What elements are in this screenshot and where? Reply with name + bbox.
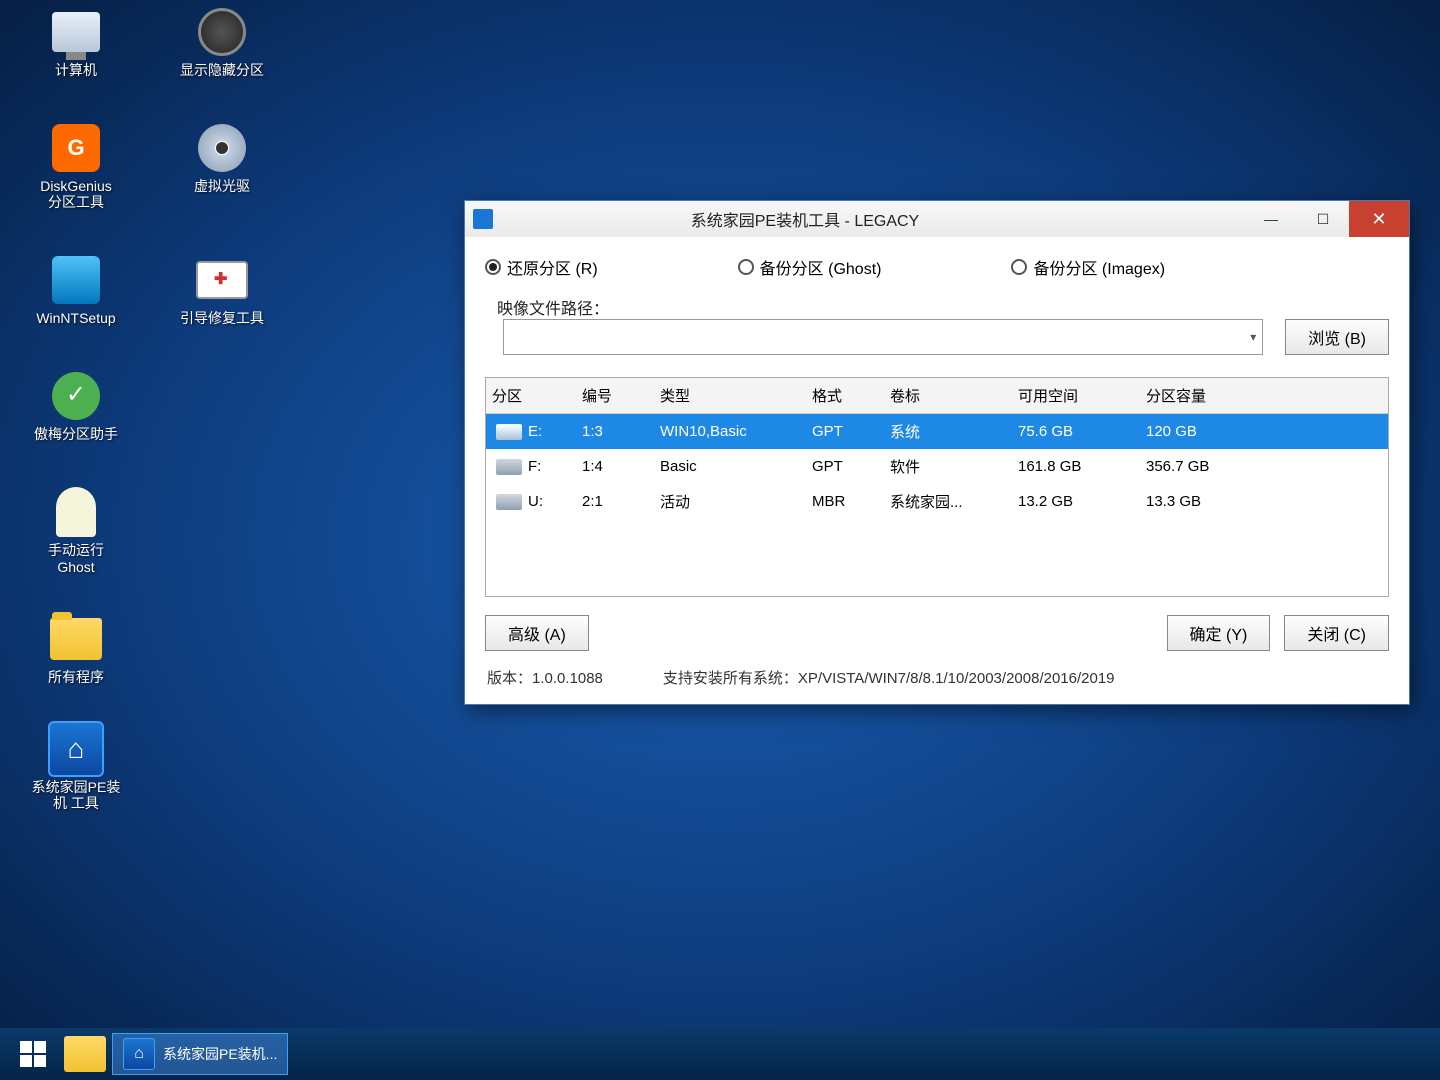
gear-icon [198,8,246,56]
close-button[interactable]: ✕ [1349,201,1409,237]
taskbar-explorer-icon[interactable] [64,1036,106,1072]
desktop-icon-label: 所有程序 [48,669,104,685]
desktop-icon-all-programs[interactable]: 所有程序 [12,611,140,685]
table-row[interactable]: U:2:1活动MBR系统家园...13.2 GB13.3 GB [486,484,1388,519]
desktop-icon-ghost[interactable]: 手动运行 Ghost [12,484,140,574]
taskbar-app-label: 系统家园PE装机... [163,1044,277,1064]
desktop-icon-label: 手动运行 Ghost [48,542,104,574]
th-format: 格式 [806,378,884,413]
button-label: 高级 (A) [508,621,566,645]
image-path-label: 映像文件路径： [485,295,1389,319]
radio-icon [738,259,754,275]
desktop-icon-pe-tool[interactable]: ⌂ 系统家园PE装 机 工具 [12,721,140,811]
cd-icon [198,124,246,172]
desktop-icon-boot-repair[interactable]: 引导修复工具 [158,252,286,326]
pe-tool-icon: ⌂ [123,1038,155,1070]
image-path-combo[interactable]: ▾ [503,319,1263,355]
desktop-icon-aomei[interactable]: 傲梅分区助手 [12,368,140,442]
desktop-icon-label: 引导修复工具 [180,310,264,326]
radio-label: 还原分区 (R) [507,255,598,279]
desktop-icon-label: DiskGenius 分区工具 [40,178,112,210]
desktop-icon-computer[interactable]: 计算机 [12,4,140,78]
ghost-icon [56,487,96,537]
folder-icon [50,618,102,660]
th-free: 可用空间 [1012,378,1140,413]
drive-icon [496,424,522,440]
windows-icon [20,1041,46,1067]
maximize-button[interactable]: ☐ [1297,201,1349,237]
radio-backup-ghost[interactable]: 备份分区 (Ghost) [738,255,882,279]
chevron-down-icon: ▾ [1250,330,1256,344]
start-button[interactable] [8,1033,58,1075]
taskbar: ⌂ 系统家园PE装机... [0,1028,1440,1080]
desktop-icon-diskgenius[interactable]: G DiskGenius 分区工具 [12,120,140,210]
table-row[interactable]: F:1:4BasicGPT软件161.8 GB356.7 GB [486,449,1388,484]
th-type: 类型 [654,378,806,413]
radio-backup-imagex[interactable]: 备份分区 (Imagex) [1011,255,1165,279]
status-bar: 版本：1.0.0.1088 支持安装所有系统：XP/VISTA/WIN7/8/8… [485,663,1389,694]
ok-button[interactable]: 确定 (Y) [1167,615,1271,651]
computer-icon [52,12,100,52]
button-label: 浏览 (B) [1308,325,1366,349]
th-volume: 卷标 [884,378,1012,413]
radio-restore[interactable]: 还原分区 (R) [485,255,598,279]
th-num: 编号 [576,378,654,413]
advanced-button[interactable]: 高级 (A) [485,615,589,651]
desktop-icon-label: 计算机 [55,62,97,78]
table-header: 分区 编号 类型 格式 卷标 可用空间 分区容量 [486,378,1388,414]
diskgenius-icon: G [52,124,100,172]
radio-icon [1011,259,1027,275]
desktop-icon-label: 虚拟光驱 [194,178,250,194]
support-label: 支持安装所有系统：XP/VISTA/WIN7/8/8.1/10/2003/200… [663,667,1115,688]
winnt-icon [52,256,100,304]
desktop-icon-label: WinNTSetup [36,310,115,326]
minimize-button[interactable]: — [1245,201,1297,237]
radio-icon [485,259,501,275]
drive-icon [496,494,522,510]
window-title: 系统家园PE装机工具 - LEGACY [505,207,1245,231]
desktop-icon-label: 系统家园PE装 机 工具 [32,779,121,811]
th-capacity: 分区容量 [1140,378,1388,413]
drive-icon [496,459,522,475]
button-label: 关闭 (C) [1307,621,1366,645]
desktop-icon-label: 显示隐藏分区 [180,62,264,78]
table-row[interactable]: E:1:3WIN10,BasicGPT系统75.6 GB120 GB [486,414,1388,449]
mode-radio-group: 还原分区 (R) 备份分区 (Ghost) 备份分区 (Imagex) [485,255,1389,279]
partition-table: 分区 编号 类型 格式 卷标 可用空间 分区容量 E:1:3WIN10,Basi… [485,377,1389,597]
radio-label: 备份分区 (Imagex) [1033,255,1165,279]
app-icon [473,209,493,229]
pe-tool-icon: ⌂ [48,721,104,777]
pe-tool-window: 系统家园PE装机工具 - LEGACY — ☐ ✕ 还原分区 (R) 备份分区 … [464,200,1410,705]
desktop-icon-show-hidden[interactable]: 显示隐藏分区 [158,4,286,78]
radio-label: 备份分区 (Ghost) [760,255,882,279]
toolbox-icon [196,261,248,299]
button-label: 确定 (Y) [1190,621,1248,645]
desktop-icon-winntsetup[interactable]: WinNTSetup [12,252,140,326]
close-window-button[interactable]: 关闭 (C) [1284,615,1389,651]
check-disk-icon [52,372,100,420]
browse-button[interactable]: 浏览 (B) [1285,319,1389,355]
th-partition: 分区 [486,378,576,413]
desktop-icon-label: 傲梅分区助手 [34,426,118,442]
table-body: E:1:3WIN10,BasicGPT系统75.6 GB120 GBF:1:4B… [486,414,1388,596]
taskbar-app-pe-tool[interactable]: ⌂ 系统家园PE装机... [112,1033,288,1075]
titlebar[interactable]: 系统家园PE装机工具 - LEGACY — ☐ ✕ [465,201,1409,237]
desktop-icon-virtual-cd[interactable]: 虚拟光驱 [158,120,286,210]
version-label: 版本：1.0.0.1088 [487,667,603,688]
